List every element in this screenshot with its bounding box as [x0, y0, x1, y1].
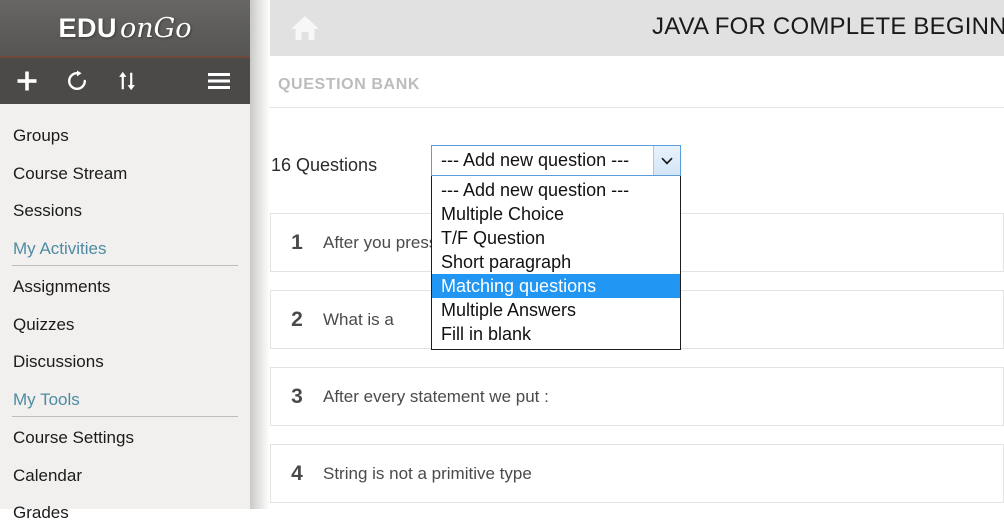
sidebar-item-assignments[interactable]: Assignments: [0, 268, 250, 306]
dropdown-option-multiple-choice[interactable]: Multiple Choice: [432, 202, 680, 226]
home-icon[interactable]: [290, 14, 320, 47]
sidebar-item-grades[interactable]: Grades: [0, 494, 250, 532]
chevron-down-icon-glyph: [661, 157, 673, 165]
home-icon-glyph: [291, 16, 319, 40]
course-title: JAVA FOR COMPLETE BEGINNER: [652, 13, 1004, 40]
question-number: 4: [291, 461, 303, 485]
add-question-select[interactable]: --- Add new question ---: [431, 145, 681, 176]
question-count-label: 16 Questions: [271, 155, 378, 175]
sidebar-nav: Groups Course Stream Sessions My Activit…: [0, 104, 250, 532]
sidebar-item-discussions[interactable]: Discussions: [0, 343, 250, 381]
app-logo[interactable]: EDU onGo: [0, 0, 250, 58]
logo-secondary-text: onGo: [120, 12, 192, 44]
question-row-3[interactable]: 3 After every statement we put :: [270, 367, 1004, 426]
refresh-icon-glyph: [68, 70, 86, 90]
add-icon-glyph: [17, 71, 37, 91]
dropdown-option-tf-question[interactable]: T/F Question: [432, 226, 680, 250]
dropdown-option-multiple-answers[interactable]: Multiple Answers: [432, 298, 680, 322]
dropdown-option-fill-in-blank[interactable]: Fill in blank: [432, 322, 680, 346]
sidebar-shadow: [250, 0, 270, 509]
question-text: String is not a primitive type: [323, 463, 532, 483]
sidebar-divider-tools: [12, 416, 238, 418]
sidebar-item-calendar[interactable]: Calendar: [0, 457, 250, 495]
add-icon[interactable]: [4, 58, 50, 104]
sidebar-item-course-settings[interactable]: Course Settings: [0, 419, 250, 457]
dropdown-option-matching-questions[interactable]: Matching questions: [432, 274, 680, 298]
add-question-select-wrapper: --- Add new question --- --- Add new que…: [431, 145, 681, 350]
question-row-4[interactable]: 4 String is not a primitive type: [270, 444, 1004, 503]
refresh-icon[interactable]: [54, 58, 100, 104]
sidebar-section-my-tools[interactable]: My Tools: [0, 381, 250, 415]
main-content: QUESTION BANK 16 Questions 1 After you p…: [250, 56, 1004, 509]
sidebar: EDU onGo Groups Course Stream Sessions M…: [0, 0, 250, 522]
sort-icon-glyph: [119, 71, 135, 91]
menu-icon[interactable]: [196, 58, 242, 104]
sidebar-divider-activities: [12, 265, 238, 267]
sidebar-toolbar: [0, 58, 250, 104]
menu-icon-glyph: [208, 73, 230, 89]
dropdown-option-add-new-question[interactable]: --- Add new question ---: [432, 178, 680, 202]
page-title: QUESTION BANK: [278, 76, 421, 93]
top-header: JAVA FOR COMPLETE BEGINNER: [250, 0, 1004, 56]
sidebar-item-sessions[interactable]: Sessions: [0, 192, 250, 230]
sidebar-item-course-stream[interactable]: Course Stream: [0, 155, 250, 193]
sort-icon[interactable]: [104, 58, 150, 104]
chevron-down-icon[interactable]: [653, 146, 680, 175]
sidebar-item-quizzes[interactable]: Quizzes: [0, 306, 250, 344]
add-question-dropdown-list[interactable]: --- Add new question --- Multiple Choice…: [431, 176, 681, 350]
sidebar-section-my-activities[interactable]: My Activities: [0, 230, 250, 264]
question-text: After every statement we put :: [323, 386, 549, 406]
question-number: 3: [291, 384, 303, 408]
add-question-select-value: --- Add new question ---: [441, 150, 630, 170]
question-number: 2: [291, 307, 303, 331]
sidebar-item-groups[interactable]: Groups: [0, 117, 250, 155]
logo-primary-text: EDU: [58, 12, 118, 43]
question-text: What is a: [323, 309, 394, 329]
question-number: 1: [291, 230, 303, 254]
dropdown-option-short-paragraph[interactable]: Short paragraph: [432, 250, 680, 274]
section-divider: [270, 107, 1004, 108]
question-text: After you press:: [323, 232, 443, 252]
